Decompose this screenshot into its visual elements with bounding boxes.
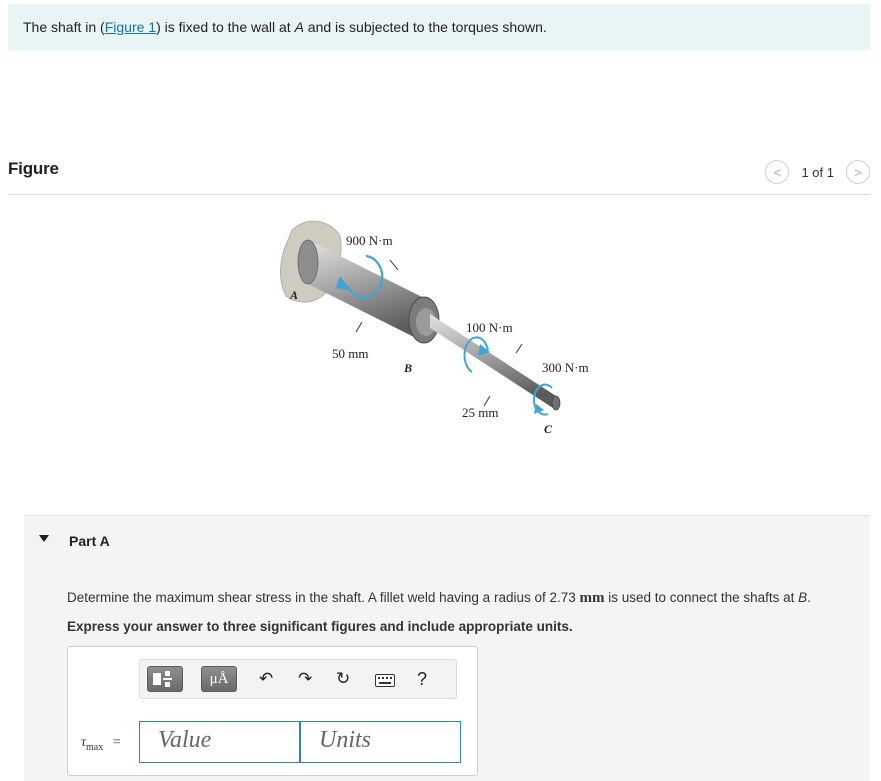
templates-icon	[153, 671, 172, 687]
figure-title: Figure	[8, 159, 59, 178]
leader-50mm	[355, 321, 363, 333]
symbol-subscript: max	[86, 741, 104, 753]
part-title: Part A	[69, 533, 110, 549]
intro-point-a: A	[294, 19, 304, 35]
question-unit: mm	[579, 590, 605, 606]
label-point-c: C	[544, 422, 553, 436]
units-symbols-button[interactable]: μÅ	[201, 666, 237, 692]
redo-icon[interactable]: ↷	[298, 669, 312, 689]
question-point: B	[798, 590, 808, 605]
keyboard-icon[interactable]	[375, 672, 395, 692]
problem-statement: The shaft in (Figure 1) is fixed to the …	[8, 4, 870, 50]
label-dia-25: 25 mm	[462, 405, 498, 420]
units-placeholder: Units	[319, 727, 372, 753]
intro-text-1: The shaft in (	[23, 19, 105, 35]
label-dia-50: 50 mm	[332, 346, 368, 361]
reset-icon[interactable]: ↻	[336, 669, 350, 689]
question-pre: Determine the maximum shear stress in th…	[67, 590, 580, 605]
caret-down-icon	[39, 535, 49, 542]
leader-900	[389, 259, 399, 271]
figure-page-indicator: 1 of 1	[801, 164, 834, 180]
equals-sign: =	[112, 735, 121, 750]
templates-button[interactable]	[147, 666, 183, 692]
figure-pager: < 1 of 1 >	[765, 160, 870, 184]
shaft-illustration: 900 N·m A 50 mm B 100 N·m 300 N·m 25 mm …	[280, 220, 589, 436]
part-a-header[interactable]: Part A	[24, 515, 870, 578]
answer-symbol: τmax =	[81, 735, 121, 753]
intro-text-2: ) is fixed to the wall at	[156, 19, 295, 35]
answer-instruction: Express your answer to three significant…	[67, 619, 573, 634]
question-end: .	[807, 590, 811, 605]
units-input[interactable]: Units	[300, 721, 461, 763]
label-point-a: A	[289, 288, 298, 302]
label-torque-100: 100 N·m	[466, 320, 513, 335]
question-post: is used to connect the shafts at	[604, 590, 799, 605]
figure-header: Figure < 1 of 1 >	[8, 156, 870, 195]
value-input[interactable]: Value	[139, 721, 300, 763]
part-a-body: Determine the maximum shear stress in th…	[24, 577, 870, 781]
next-figure-button[interactable]: >	[846, 160, 870, 184]
large-shaft-base	[297, 239, 319, 285]
value-placeholder: Value	[158, 727, 212, 753]
answer-panel: μÅ ↶ ↷ ↻ ? τmax = Value Units	[67, 646, 478, 776]
help-button[interactable]: ?	[417, 669, 427, 689]
shaft-figure: 900 N·m A 50 mm B 100 N·m 300 N·m 25 mm …	[270, 210, 610, 440]
undo-icon[interactable]: ↶	[259, 669, 273, 689]
question-text: Determine the maximum shear stress in th…	[67, 590, 811, 607]
chevron-right-icon: >	[854, 164, 862, 180]
label-point-b: B	[403, 361, 412, 375]
large-shaft	[308, 240, 424, 342]
math-toolbar: μÅ ↶ ↷ ↻ ?	[139, 659, 457, 699]
mu-angstrom-icon: μÅ	[209, 671, 229, 687]
leader-100	[515, 343, 523, 354]
figure-link[interactable]: Figure 1	[105, 19, 156, 35]
label-torque-300: 300 N·m	[542, 360, 589, 375]
label-torque-900: 900 N·m	[346, 233, 393, 248]
intro-text-3: and is subjected to the torques shown.	[303, 19, 547, 35]
small-shaft-end	[551, 395, 561, 411]
chevron-left-icon: <	[773, 164, 782, 180]
prev-figure-button[interactable]: <	[765, 160, 790, 184]
